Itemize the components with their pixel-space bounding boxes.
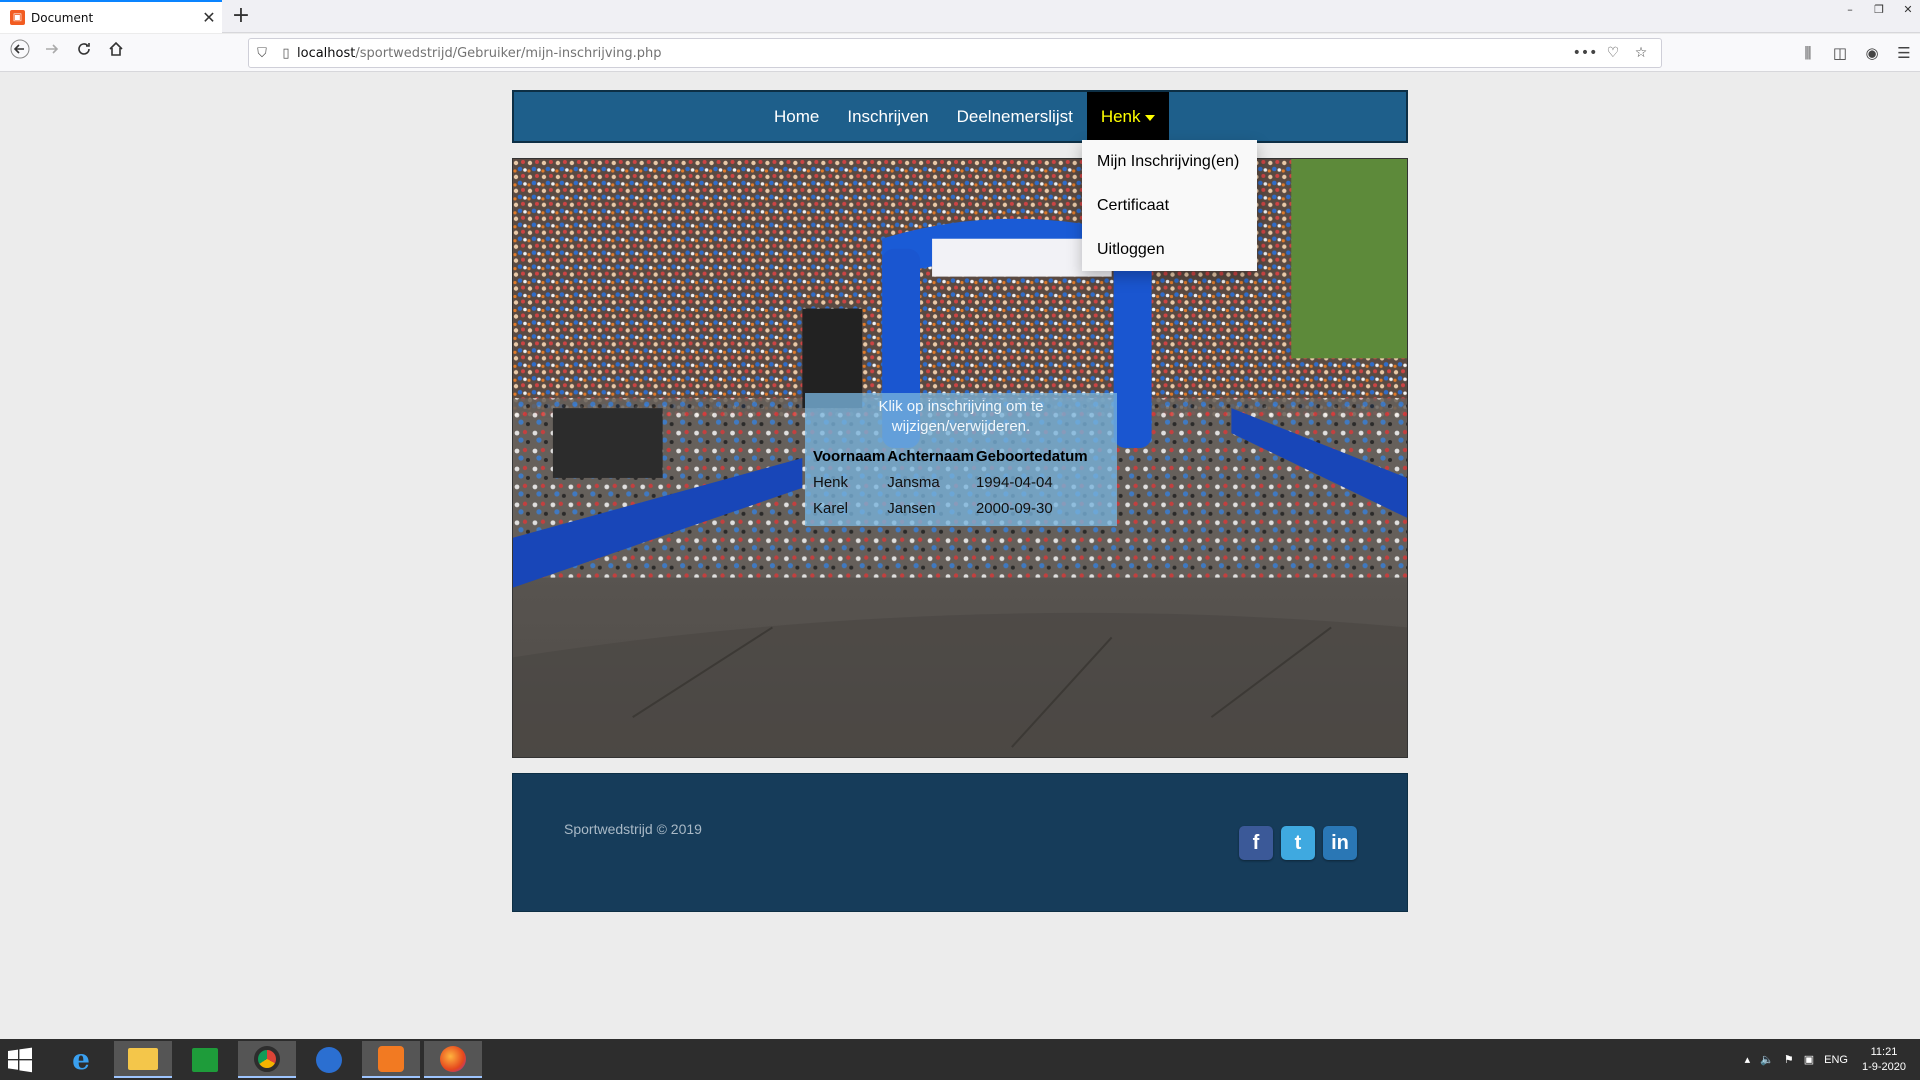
col-achternaam: Achternaam	[887, 447, 974, 465]
store-icon[interactable]	[176, 1041, 234, 1078]
xampp-icon[interactable]	[362, 1041, 420, 1078]
nav-home[interactable]: Home	[760, 92, 833, 141]
window-controls: – ❐ ✕	[1833, 0, 1920, 20]
table-header-row: Voornaam Achternaam Geboortedatum	[813, 443, 1090, 469]
reload-button[interactable]	[70, 39, 98, 67]
url-actions: ••• ♡ ☆	[1571, 45, 1655, 61]
pocket-icon[interactable]: ♡	[1599, 45, 1627, 61]
browser-toolbar: ⛉ ▯ localhost/sportwedstrijd/Gebruiker/m…	[0, 34, 1920, 72]
back-button[interactable]	[6, 39, 34, 67]
address-bar[interactable]: ⛉ ▯ localhost/sportwedstrijd/Gebruiker/m…	[248, 38, 1662, 68]
col-geboortedatum: Geboortedatum	[975, 447, 1088, 465]
site-navbar: Home Inschrijven Deelnemerslijst Henk	[512, 90, 1408, 143]
library-icon[interactable]: ⫼	[1792, 39, 1824, 67]
back-arrow-icon	[10, 39, 30, 59]
cell-voornaam[interactable]: Karel	[813, 495, 887, 521]
clock-time: 11:21	[1870, 1045, 1898, 1058]
chrome-icon[interactable]	[238, 1041, 296, 1078]
col-voornaam: Voornaam	[813, 447, 886, 465]
toolbar-right: ⫼ ◫ ◉ ☰	[1792, 39, 1920, 67]
user-menu-toggle[interactable]: Henk	[1086, 92, 1169, 141]
file-explorer-icon[interactable]	[114, 1041, 172, 1078]
registrations-table: Voornaam Achternaam Geboortedatum Henk J…	[813, 443, 1090, 521]
clock[interactable]: 11:21 1-9-2020	[1862, 1045, 1906, 1075]
menu-mijn-inschrijvingen[interactable]: Mijn Inschrijving(en)	[1082, 140, 1257, 184]
browser-tab[interactable]: ▣ Document ✕	[0, 0, 222, 33]
reload-icon	[78, 43, 90, 55]
site-footer: Sportwedstrijd © 2019 f t in	[512, 773, 1408, 912]
new-tab-button[interactable]: +	[228, 3, 254, 29]
linkedin-icon[interactable]: in	[1323, 826, 1357, 860]
tab-title: Document	[31, 10, 94, 25]
browser-tab-bar: ▣ Document ✕ + – ❐ ✕	[0, 0, 1920, 33]
url-host: localhost	[297, 45, 356, 61]
tray-chevron-up-icon[interactable]: ▴	[1745, 1053, 1751, 1066]
account-icon[interactable]: ◉	[1856, 39, 1888, 67]
menu-certificaat[interactable]: Certificaat	[1082, 184, 1257, 228]
caret-down-icon	[1144, 114, 1155, 121]
cell-voornaam[interactable]: Henk	[813, 469, 887, 495]
language-indicator[interactable]: ENG	[1824, 1054, 1848, 1066]
nav-inschrijven[interactable]: Inschrijven	[833, 92, 942, 141]
cell-geboortedatum[interactable]: 1994-04-04	[976, 469, 1090, 495]
footer-copyright: Sportwedstrijd © 2019	[564, 821, 702, 837]
firefox-icon[interactable]	[424, 1041, 482, 1078]
system-tray: ▴ 🔈 ⚑ ▣ ENG 11:21 1-9-2020	[1735, 1039, 1906, 1080]
panel-info-text: Klik op inschrijving om te wijzigen/verw…	[878, 398, 1044, 435]
nav-deelnemerslijst[interactable]: Deelnemerslijst	[943, 92, 1087, 141]
page-actions-icon[interactable]: •••	[1571, 45, 1599, 61]
table-row[interactable]: Karel Jansen 2000-09-30	[813, 495, 1090, 521]
facebook-icon[interactable]: f	[1239, 826, 1273, 860]
flag-icon[interactable]: ⚑	[1784, 1053, 1794, 1066]
clock-date: 1-9-2020	[1861, 1060, 1906, 1073]
cell-achternaam[interactable]: Jansen	[887, 495, 976, 521]
forward-arrow-icon	[46, 44, 59, 54]
page-content: Home Inschrijven Deelnemerslijst Henk Kl…	[0, 73, 1920, 1039]
cell-geboortedatum[interactable]: 2000-09-30	[976, 495, 1090, 521]
social-links: f t in	[1239, 826, 1365, 860]
forward-button[interactable]	[38, 39, 66, 67]
internet-explorer-icon[interactable]: e	[52, 1041, 110, 1078]
home-icon	[109, 41, 123, 56]
network-icon[interactable]: ▣	[1804, 1053, 1814, 1066]
menu-uitloggen[interactable]: Uitloggen	[1082, 228, 1257, 272]
url-path: /sportwedstrijd/Gebruiker/mijn-inschrijv…	[355, 45, 662, 61]
xampp-favicon-icon: ▣	[10, 10, 25, 25]
bookmark-star-icon[interactable]: ☆	[1627, 45, 1655, 61]
windows-logo-icon	[8, 1047, 32, 1073]
home-button[interactable]	[102, 39, 130, 67]
start-button[interactable]	[6, 1047, 38, 1073]
cell-achternaam[interactable]: Jansma	[887, 469, 976, 495]
menu-icon[interactable]: ☰	[1888, 39, 1920, 67]
restore-button[interactable]: ❐	[1867, 0, 1891, 20]
user-dropdown-menu: Mijn Inschrijving(en) Certificaat Uitlog…	[1082, 140, 1257, 271]
hero-image: Klik op inschrijving om te wijzigen/verw…	[512, 158, 1408, 758]
close-window-button[interactable]: ✕	[1896, 0, 1920, 20]
minimize-button[interactable]: –	[1838, 0, 1862, 20]
thunderbird-icon[interactable]	[300, 1041, 358, 1078]
twitter-icon[interactable]: t	[1281, 826, 1315, 860]
table-row[interactable]: Henk Jansma 1994-04-04	[813, 469, 1090, 495]
registrations-panel: Klik op inschrijving om te wijzigen/verw…	[805, 393, 1117, 526]
user-menu-label: Henk	[1100, 107, 1141, 126]
volume-icon[interactable]: 🔈	[1760, 1053, 1774, 1066]
nav-links: Home Inschrijven Deelnemerslijst Henk	[760, 92, 1169, 141]
url-text[interactable]: localhost/sportwedstrijd/Gebruiker/mijn-…	[297, 46, 1571, 61]
page-info-icon[interactable]: ▯	[275, 46, 297, 61]
windows-taskbar: e ▴ 🔈 ⚑ ▣ ENG 11:21 1-9-2020	[0, 1039, 1920, 1080]
close-tab-icon[interactable]: ✕	[196, 8, 222, 27]
tracking-shield-icon[interactable]: ⛉	[249, 46, 275, 61]
sidebar-icon[interactable]: ◫	[1824, 39, 1856, 67]
